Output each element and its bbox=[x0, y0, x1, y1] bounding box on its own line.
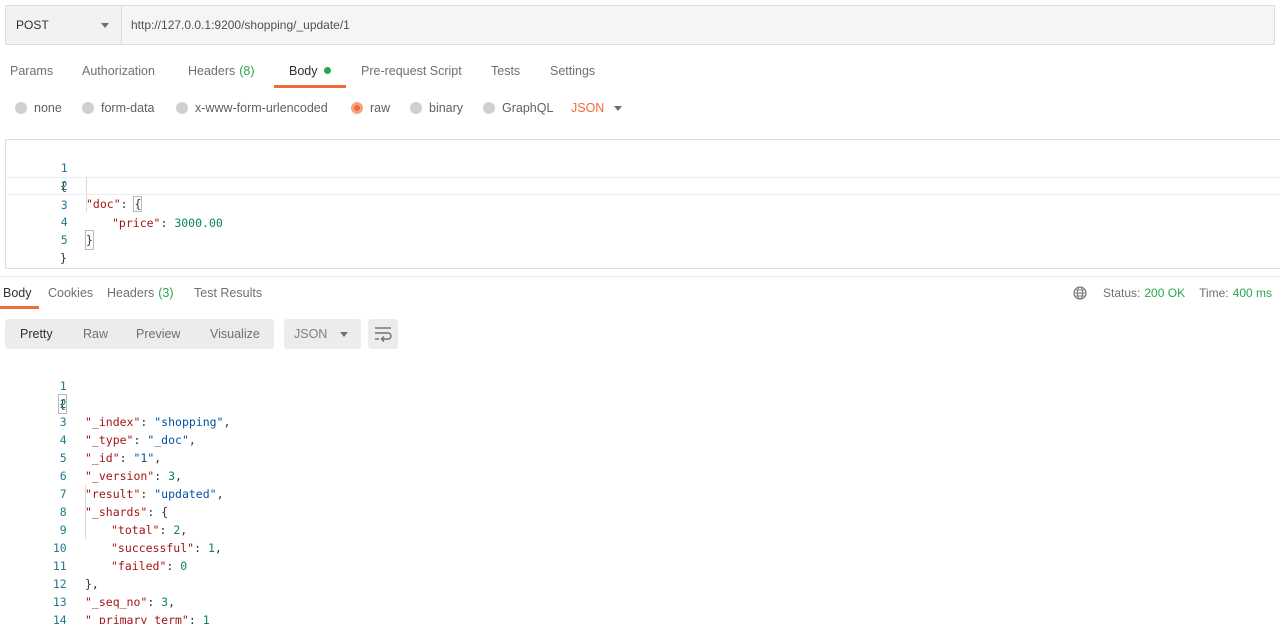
url-text: http://127.0.0.1:9200/shopping/_update/1 bbox=[131, 18, 350, 32]
tab-body[interactable]: Body bbox=[289, 64, 331, 78]
tab-tests[interactable]: Tests bbox=[491, 64, 520, 78]
view-preview-button[interactable]: Preview bbox=[136, 327, 180, 341]
code-line: 5 "_version": 3, bbox=[5, 431, 1280, 483]
response-tab-headers-label: Headers bbox=[107, 286, 155, 300]
view-pretty-button[interactable]: Pretty bbox=[20, 327, 53, 341]
tab-headers[interactable]: Headers (8) bbox=[188, 64, 255, 78]
chevron-down-icon[interactable] bbox=[614, 106, 622, 111]
tab-headers-label: Headers bbox=[188, 64, 236, 78]
radio-label: x-www-form-urlencoded bbox=[195, 101, 328, 115]
url-input[interactable]: http://127.0.0.1:9200/shopping/_update/1 bbox=[122, 6, 1274, 44]
code-line: 12 "_seq_no": 3, bbox=[5, 557, 1280, 609]
radio-label: GraphQL bbox=[502, 101, 554, 115]
tab-authorization[interactable]: Authorization bbox=[82, 64, 155, 78]
radio-form-data[interactable]: form-data bbox=[82, 101, 155, 115]
status-label: Status: bbox=[1103, 286, 1141, 300]
radio-label: none bbox=[34, 101, 62, 115]
radio-circle bbox=[483, 102, 495, 114]
response-format-select[interactable]: JSON bbox=[284, 319, 361, 349]
body-indicator-dot bbox=[323, 67, 331, 74]
request-url-bar: POST http://127.0.0.1:9200/shopping/_upd… bbox=[5, 5, 1275, 45]
method-label: POST bbox=[16, 18, 49, 32]
response-tab-cookies[interactable]: Cookies bbox=[48, 286, 93, 300]
radio-x-www-form-urlencoded[interactable]: x-www-form-urlencoded bbox=[176, 101, 328, 115]
time-value: 400 ms bbox=[1232, 286, 1272, 300]
radio-circle bbox=[15, 102, 27, 114]
code-line: 13 "_primary_term": 1 bbox=[5, 575, 1280, 624]
view-raw-button[interactable]: Raw bbox=[83, 327, 108, 341]
response-format-label: JSON bbox=[294, 327, 328, 341]
request-body-editor[interactable]: 1 { 2 "doc": { 3 "price": 3000.00 4 } 5 … bbox=[5, 139, 1280, 269]
code-line-current: 3 "price": 3000.00 bbox=[6, 177, 1280, 230]
response-tab-body[interactable]: Body bbox=[3, 286, 32, 300]
code-line: 11 }, bbox=[5, 539, 1280, 591]
radio-label: binary bbox=[429, 101, 464, 115]
code-line: 10 "failed": 0 bbox=[5, 521, 1280, 573]
code-line: 1 { bbox=[5, 359, 1280, 414]
code-line: 7 "_shards": { bbox=[5, 467, 1280, 519]
method-select[interactable]: POST bbox=[6, 6, 122, 44]
code-line: 6 "result": "updated", bbox=[5, 449, 1280, 501]
wrap-lines-button[interactable] bbox=[368, 319, 398, 349]
radio-circle-checked bbox=[351, 102, 363, 114]
code-line: 9 "successful": 1, bbox=[5, 503, 1280, 555]
json-value: 1 bbox=[202, 613, 210, 624]
radio-label: form-data bbox=[101, 101, 155, 115]
pane-divider[interactable] bbox=[0, 276, 1280, 277]
code-line: 4 } bbox=[6, 195, 1280, 250]
line-number: 5 bbox=[60, 233, 68, 247]
wrap-lines-icon bbox=[375, 327, 392, 342]
code-line: 4 "_id": "1", bbox=[5, 413, 1280, 465]
body-format-select[interactable]: JSON bbox=[571, 101, 604, 115]
response-toolbar: Pretty Raw Preview Visualize JSON bbox=[5, 319, 1275, 349]
radio-circle bbox=[410, 102, 422, 114]
radio-none[interactable]: none bbox=[15, 101, 62, 115]
code-line: 5 } bbox=[6, 213, 1280, 265]
radio-raw[interactable]: raw bbox=[351, 101, 390, 115]
active-response-tab-underline bbox=[0, 306, 39, 309]
code-line: 8 "total": 2, bbox=[5, 485, 1280, 537]
response-tabs: Body Cookies Headers (3) Test Results Sta… bbox=[0, 278, 1280, 310]
body-type-selector: none form-data x-www-form-urlencoded raw… bbox=[0, 98, 1280, 120]
code-line: 1 { bbox=[6, 141, 1280, 193]
view-visualize-button[interactable]: Visualize bbox=[210, 327, 260, 341]
radio-graphql[interactable]: GraphQL bbox=[483, 101, 553, 115]
radio-circle bbox=[82, 102, 94, 114]
tab-settings[interactable]: Settings bbox=[550, 64, 595, 78]
code-line: 14 } bbox=[5, 593, 1280, 624]
tab-params[interactable]: Params bbox=[10, 64, 53, 78]
status-value: 200 OK bbox=[1144, 286, 1186, 300]
chevron-down-icon bbox=[101, 23, 109, 28]
code-line: 2 "_index": "shopping", bbox=[5, 377, 1280, 429]
tab-body-label: Body bbox=[289, 64, 318, 78]
line-number: 14 bbox=[52, 613, 67, 624]
globe-icon[interactable] bbox=[1073, 286, 1087, 300]
tab-pre-request-script[interactable]: Pre-request Script bbox=[361, 64, 462, 78]
active-tab-underline bbox=[274, 85, 346, 88]
chevron-down-icon bbox=[340, 332, 348, 337]
response-tab-headers-count: (3) bbox=[158, 286, 174, 300]
code-line: 3 "_type": "_doc", bbox=[5, 395, 1280, 447]
radio-label: raw bbox=[370, 101, 391, 115]
radio-circle bbox=[176, 102, 188, 114]
time-label: Time: bbox=[1199, 286, 1229, 300]
response-status-area: Status: 200 OK Time: 400 ms bbox=[1073, 286, 1272, 300]
json-key: "_primary_term" bbox=[85, 613, 189, 624]
response-view-group: Pretty Raw Preview Visualize bbox=[5, 319, 274, 349]
response-tab-test-results[interactable]: Test Results bbox=[194, 286, 262, 300]
request-tabs: Params Authorization Headers (8) Body Pre… bbox=[0, 56, 1280, 88]
radio-binary[interactable]: binary bbox=[410, 101, 463, 115]
response-tab-headers[interactable]: Headers (3) bbox=[107, 286, 174, 300]
response-body-viewer[interactable]: 1 { 2 "_index": "shopping", 3 "_type": "… bbox=[5, 358, 1280, 624]
tab-headers-count: (8) bbox=[239, 64, 255, 78]
code-line: 2 "doc": { bbox=[6, 159, 1280, 212]
